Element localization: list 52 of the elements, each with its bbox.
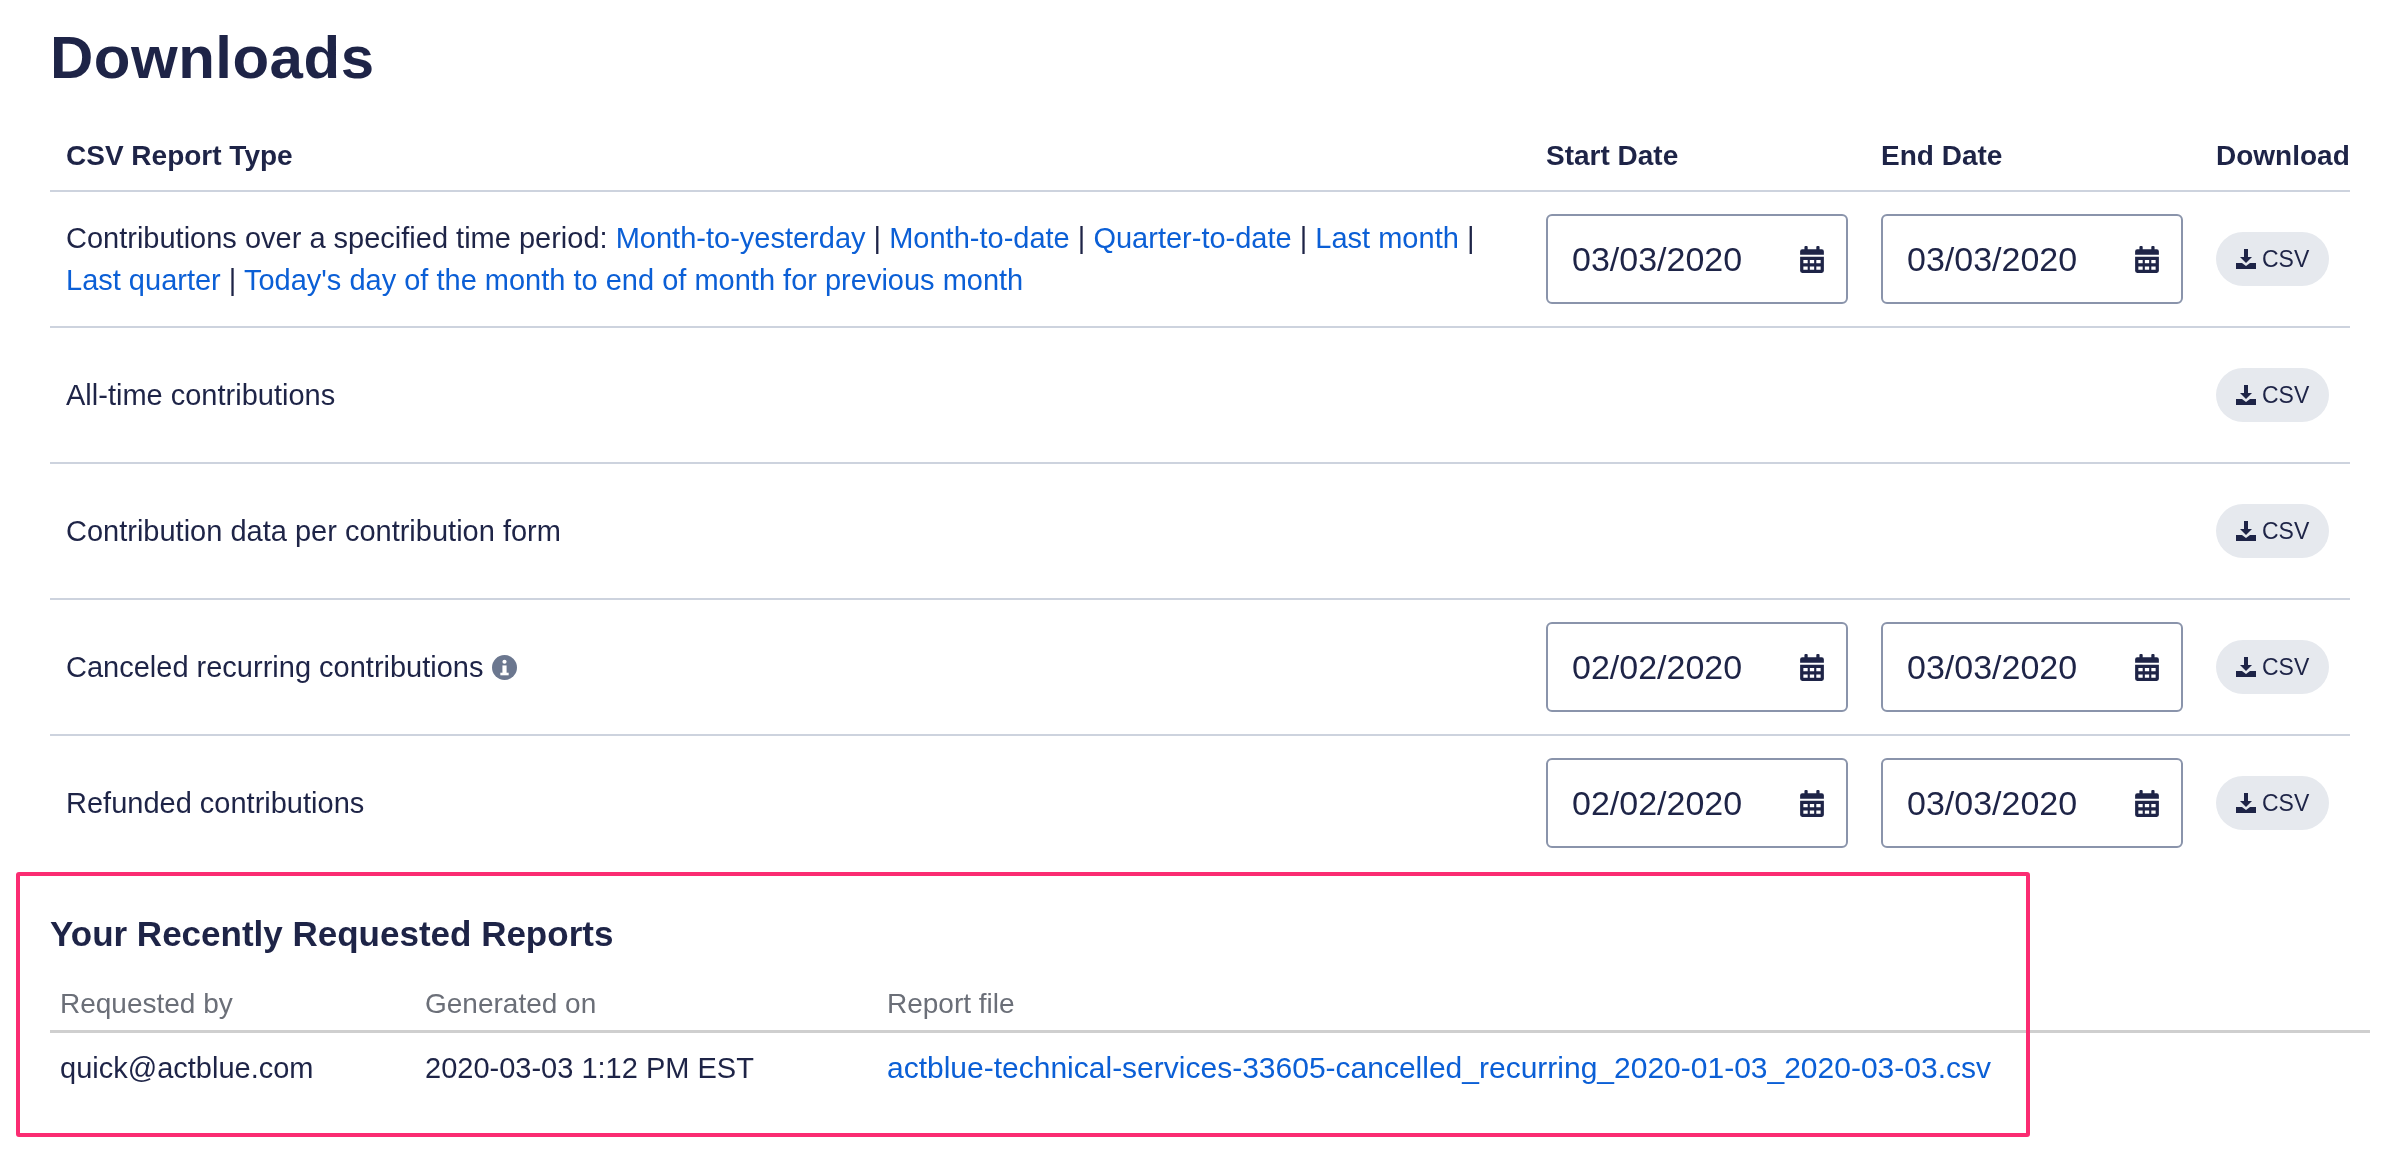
calendar-icon [2135, 789, 2159, 817]
generated-time: 2020-03-03 1:12 PM EST [424, 1050, 755, 1086]
report-description: Contributions over a specified time period: Month-to-yesterday | Month-to-date | Quarter-to-date | Last month | Last quarter | Today's day of the month to end of month for previous month [66, 221, 1476, 298]
date-value: 02/02/2020 [1572, 783, 1743, 823]
download-icon [2236, 657, 2256, 677]
date-field[interactable]: 03/03/2020 [1881, 622, 2183, 712]
csv-download-button[interactable]: CSV [2216, 504, 2330, 558]
date-range-link[interactable]: Quarter-to-date [1093, 222, 1292, 254]
report-name: Contribution data per contribution form [66, 514, 561, 547]
report-name: Refunded contributions [66, 786, 365, 819]
column-header: CSV Report Type [50, 122, 1530, 192]
date-range-link[interactable]: Today's day of the month to end of month for previous month [243, 264, 1024, 296]
date-range-link[interactable]: Month-to-yesterday [615, 222, 866, 254]
column-header: Download [2200, 122, 2350, 192]
download-icon [2236, 793, 2256, 813]
date-value: 03/03/2020 [1572, 239, 1743, 279]
column-header: Generated on [415, 978, 877, 1033]
date-range-link[interactable]: Month-to-date [889, 222, 1070, 254]
column-header: Start Date [1530, 122, 1865, 192]
download-icon [2236, 385, 2256, 405]
date-value: 02/02/2020 [1572, 647, 1743, 687]
page-title: Downloads [50, 23, 376, 93]
date-field[interactable]: 02/02/2020 [1546, 758, 1848, 848]
calendar-icon [1800, 789, 1824, 817]
date-value: 03/03/2020 [1907, 647, 2078, 687]
column-header: Requested by [50, 978, 415, 1033]
section-title: Your Recently Requested Reports [50, 914, 615, 954]
report-name: All-time contributions [66, 378, 336, 411]
date-field[interactable]: 03/03/2020 [1881, 758, 2183, 848]
info-icon[interactable] [491, 654, 517, 680]
date-value: 03/03/2020 [1907, 239, 2078, 279]
report-name: Canceled recurring contributions [66, 650, 484, 683]
calendar-icon [2135, 653, 2159, 681]
date-field[interactable]: 02/02/2020 [1546, 622, 1848, 712]
requester-email: quick@actblue.com [59, 1050, 315, 1086]
report-file-link[interactable]: actblue-technical-services-33605-cancelled_recurring_2020-01-03_2020-03-03.csv [887, 1051, 1991, 1085]
csv-download-button[interactable]: CSV [2216, 640, 2330, 694]
date-field[interactable]: 03/03/2020 [1546, 214, 1848, 304]
date-range-link[interactable]: Last month [1315, 222, 1459, 254]
csv-download-button[interactable]: CSV [2216, 776, 2330, 830]
date-range-link[interactable]: Last quarter [66, 264, 221, 296]
calendar-icon [2135, 245, 2159, 273]
csv-download-button[interactable]: CSV [2216, 368, 2330, 422]
download-icon [2236, 249, 2256, 269]
column-header: End Date [1865, 122, 2200, 192]
column-header: Report file [877, 978, 2370, 1033]
date-field[interactable]: 03/03/2020 [1881, 214, 2183, 304]
calendar-icon [1800, 653, 1824, 681]
calendar-icon [1800, 245, 1824, 273]
date-value: 03/03/2020 [1907, 783, 2078, 823]
csv-download-button[interactable]: CSV [2216, 232, 2330, 286]
download-icon [2236, 521, 2256, 541]
